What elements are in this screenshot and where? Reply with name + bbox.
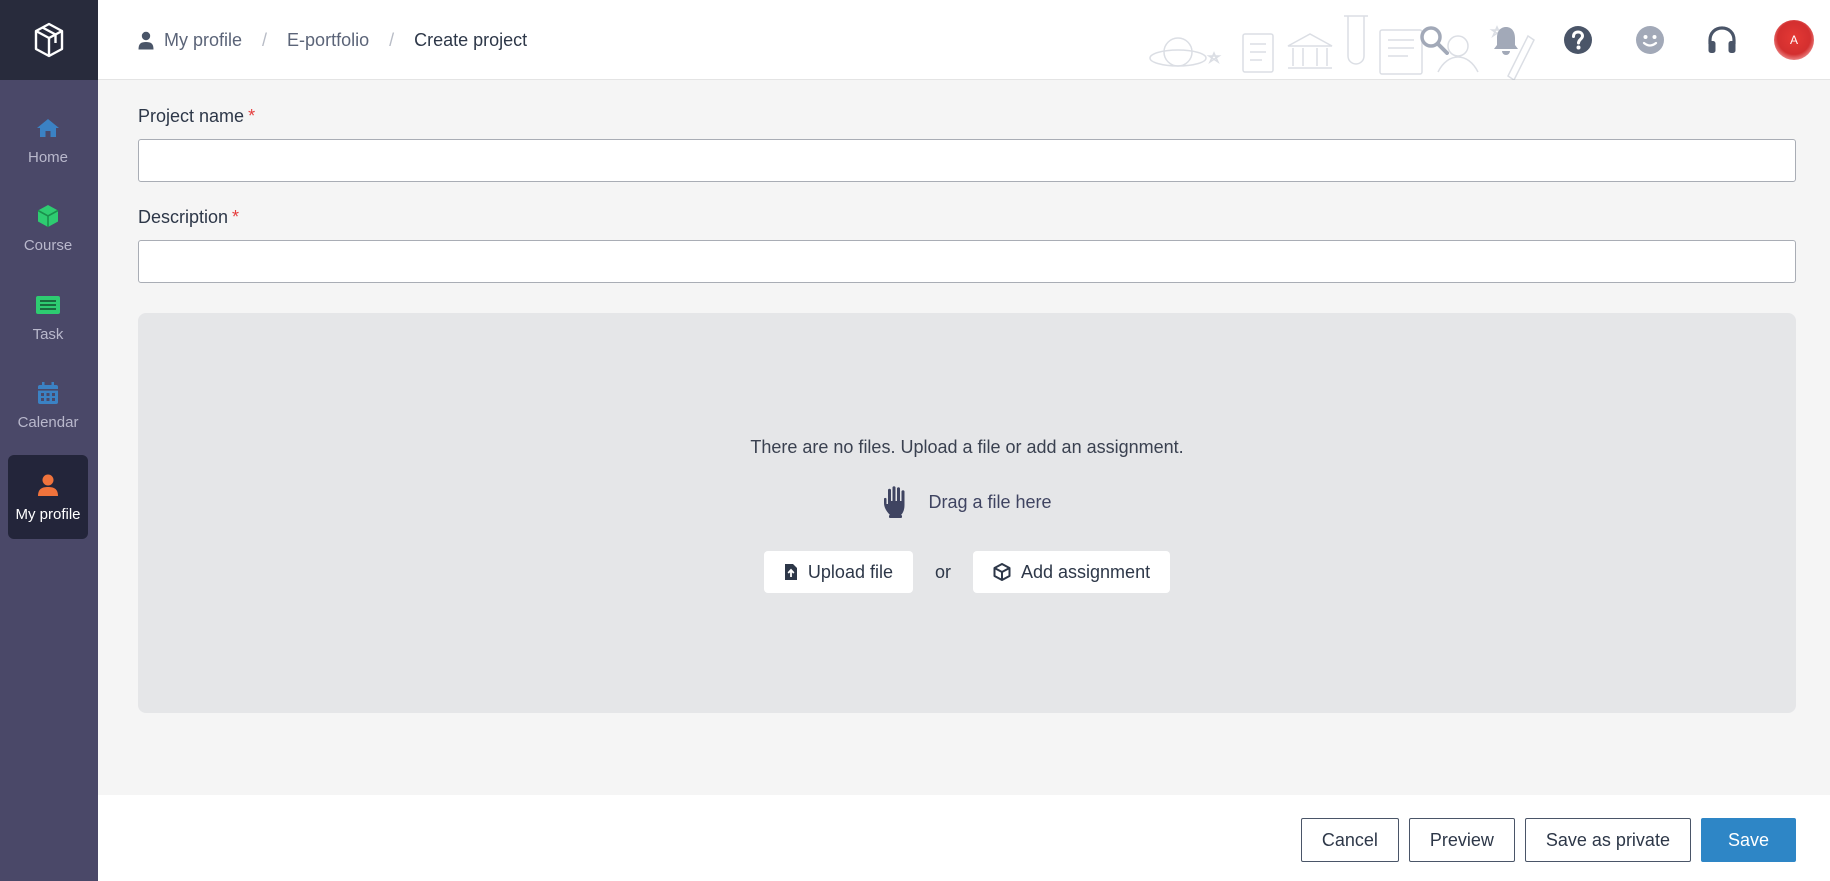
form-footer: Cancel Preview Save as private Save bbox=[98, 795, 1830, 881]
cube-icon bbox=[993, 563, 1011, 581]
avatar-initial: A bbox=[1789, 33, 1798, 47]
dropzone-empty-message: There are no files. Upload a file or add… bbox=[750, 437, 1184, 457]
breadcrumb-separator: / bbox=[389, 29, 395, 50]
cube-icon bbox=[36, 203, 60, 229]
avatar: A bbox=[1774, 20, 1814, 60]
cancel-button[interactable]: Cancel bbox=[1300, 818, 1399, 862]
add-assignment-button[interactable]: Add assignment bbox=[973, 551, 1171, 593]
project-name-label-text: Project name bbox=[138, 106, 245, 126]
cube-logo-icon bbox=[34, 22, 64, 58]
upload-file-button[interactable]: Upload file bbox=[763, 551, 913, 593]
user-menu[interactable]: A bbox=[1758, 0, 1830, 80]
bell-icon bbox=[1494, 27, 1518, 55]
sidebar-item-my-profile[interactable]: My profile bbox=[8, 455, 88, 539]
user-icon bbox=[138, 31, 154, 49]
breadcrumb-create-project: Create project bbox=[414, 29, 528, 50]
sidebar-item-label: My profile bbox=[15, 505, 81, 523]
sidebar-item-label: Home bbox=[27, 148, 68, 166]
file-dropzone[interactable]: There are no files. Upload a file or add… bbox=[138, 313, 1796, 713]
add-assignment-label: Add assignment bbox=[1021, 561, 1151, 582]
project-name-input[interactable] bbox=[138, 139, 1796, 182]
project-name-label: Project name * bbox=[138, 106, 255, 127]
headphones-icon bbox=[1708, 26, 1736, 53]
required-mark: * bbox=[232, 207, 240, 227]
description-input[interactable] bbox=[138, 240, 1796, 283]
search-button[interactable] bbox=[1398, 0, 1470, 80]
breadcrumb-my-profile[interactable]: My profile bbox=[138, 30, 242, 51]
drag-hint: Drag a file here bbox=[138, 485, 1796, 519]
home-icon bbox=[36, 115, 60, 141]
top-header: My profile / E-portfolio / Create projec… bbox=[98, 0, 1830, 80]
search-icon bbox=[1420, 26, 1449, 55]
sidebar-item-course[interactable]: Course bbox=[8, 186, 88, 270]
task-list-icon bbox=[35, 292, 61, 318]
sidebar-item-home[interactable]: Home bbox=[8, 98, 88, 182]
upload-file-label: Upload file bbox=[807, 561, 893, 582]
app-logo[interactable] bbox=[0, 0, 98, 80]
help-button[interactable] bbox=[1542, 0, 1614, 80]
save-as-private-button[interactable]: Save as private bbox=[1524, 818, 1691, 862]
smiley-icon bbox=[1636, 26, 1664, 54]
header-toolbar: A bbox=[1398, 0, 1830, 80]
breadcrumb-e-portfolio[interactable]: E-portfolio bbox=[287, 30, 369, 51]
hand-icon bbox=[884, 486, 905, 518]
breadcrumb-separator: / bbox=[262, 29, 268, 50]
notifications-button[interactable] bbox=[1470, 0, 1542, 80]
help-icon bbox=[1564, 26, 1592, 54]
sidebar: Home Course Task Calendar My profile bbox=[0, 0, 98, 881]
sidebar-item-label: Course bbox=[23, 236, 73, 254]
dropzone-actions: Upload file or Add assignment bbox=[138, 551, 1796, 593]
preview-button[interactable]: Preview bbox=[1408, 818, 1515, 862]
breadcrumb: My profile / E-portfolio / Create projec… bbox=[138, 0, 527, 80]
description-label-text: Description bbox=[138, 207, 229, 227]
breadcrumb-label: My profile bbox=[164, 29, 243, 50]
support-button[interactable] bbox=[1686, 0, 1758, 80]
sidebar-item-calendar[interactable]: Calendar bbox=[8, 363, 88, 447]
feedback-button[interactable] bbox=[1614, 0, 1686, 80]
file-upload-icon bbox=[784, 564, 797, 580]
sidebar-item-label: Task bbox=[32, 325, 64, 343]
sidebar-item-task[interactable]: Task bbox=[8, 275, 88, 359]
sidebar-item-label: Calendar bbox=[17, 413, 79, 431]
save-button[interactable]: Save bbox=[1700, 818, 1796, 862]
drag-label: Drag a file here bbox=[928, 491, 1052, 512]
or-separator: or bbox=[934, 561, 951, 582]
calendar-icon bbox=[37, 380, 59, 406]
footer-actions: Cancel Preview Save as private Save bbox=[1300, 818, 1796, 862]
required-mark: * bbox=[248, 106, 256, 126]
user-icon bbox=[37, 472, 59, 498]
description-label: Description * bbox=[138, 207, 239, 228]
